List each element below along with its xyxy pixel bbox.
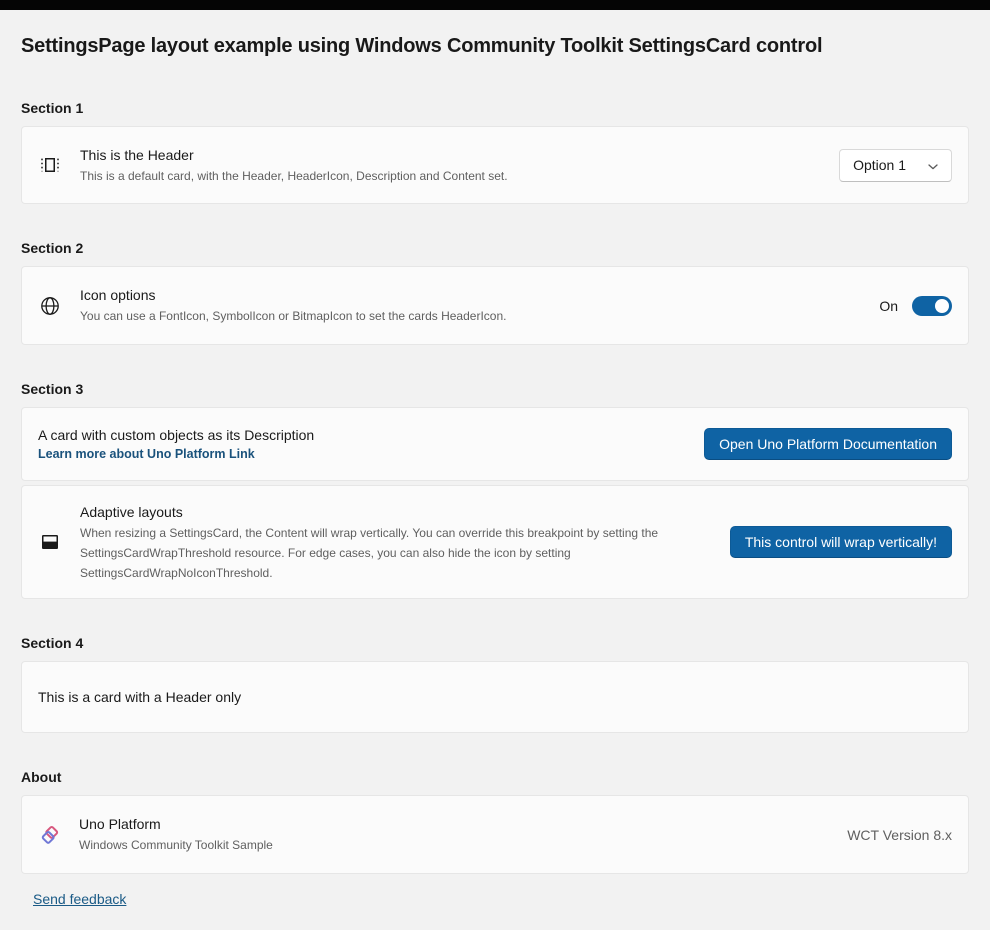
settings-card-header-only: This is a card with a Header only xyxy=(21,661,969,733)
card-description: This is a default card, with the Header,… xyxy=(80,166,839,186)
card-header: Adaptive layouts xyxy=(80,502,730,522)
settings-card-icon-options: Icon options You can use a FontIcon, Sym… xyxy=(21,266,969,345)
card-header: A card with custom objects as its Descri… xyxy=(38,425,704,445)
settings-page: SettingsPage layout example using Window… xyxy=(0,35,990,909)
uno-platform-link[interactable]: Learn more about Uno Platform Link xyxy=(38,447,255,461)
card-header: This is a card with a Header only xyxy=(38,687,952,707)
globe-icon xyxy=(40,296,60,316)
page-title: SettingsPage layout example using Window… xyxy=(21,35,969,58)
card-description: Windows Community Toolkit Sample xyxy=(79,835,847,855)
settings-card-default: This is the Header This is a default car… xyxy=(21,126,969,204)
section-4-label: Section 4 xyxy=(21,635,969,651)
open-documentation-button[interactable]: Open Uno Platform Documentation xyxy=(704,428,952,460)
toggle-state-label: On xyxy=(879,298,898,314)
card-text-block: Uno Platform Windows Community Toolkit S… xyxy=(79,814,847,855)
section-1-label: Section 1 xyxy=(21,100,969,116)
card-text-block: Adaptive layouts When resizing a Setting… xyxy=(80,502,730,583)
wct-version-text: WCT Version 8.x xyxy=(847,827,952,843)
card-description: You can use a FontIcon, SymbolIcon or Bi… xyxy=(80,306,879,326)
settings-card-adaptive-layouts: Adaptive layouts When resizing a Setting… xyxy=(21,485,969,599)
uno-platform-logo xyxy=(38,823,62,847)
toggle-knob xyxy=(935,299,949,313)
window-top-bar xyxy=(0,0,990,10)
wrap-vertically-button[interactable]: This control will wrap vertically! xyxy=(730,526,952,558)
about-label: About xyxy=(21,769,969,785)
about-card: Uno Platform Windows Community Toolkit S… xyxy=(21,795,969,874)
adaptive-layout-icon xyxy=(40,532,60,552)
card-text-block: Icon options You can use a FontIcon, Sym… xyxy=(80,285,879,326)
send-feedback-link[interactable]: Send feedback xyxy=(33,891,126,907)
card-text-block: This is the Header This is a default car… xyxy=(80,145,839,186)
option-combobox[interactable]: Option 1 xyxy=(839,149,952,182)
card-text-block: This is a card with a Header only xyxy=(38,687,952,707)
card-description: When resizing a SettingsCard, the Conten… xyxy=(80,523,688,583)
combobox-value: Option 1 xyxy=(853,157,906,173)
layout-frame-icon xyxy=(40,155,60,175)
settings-card-custom-description: A card with custom objects as its Descri… xyxy=(21,407,969,481)
section-2-label: Section 2 xyxy=(21,240,969,256)
chevron-down-icon xyxy=(928,157,938,173)
icon-toggle-group: On xyxy=(879,296,952,316)
card-header: This is the Header xyxy=(80,145,839,165)
section-3-label: Section 3 xyxy=(21,381,969,397)
icon-toggle-switch[interactable] xyxy=(912,296,952,316)
card-header: Icon options xyxy=(80,285,879,305)
card-text-block: A card with custom objects as its Descri… xyxy=(38,425,704,463)
card-header: Uno Platform xyxy=(79,814,847,834)
